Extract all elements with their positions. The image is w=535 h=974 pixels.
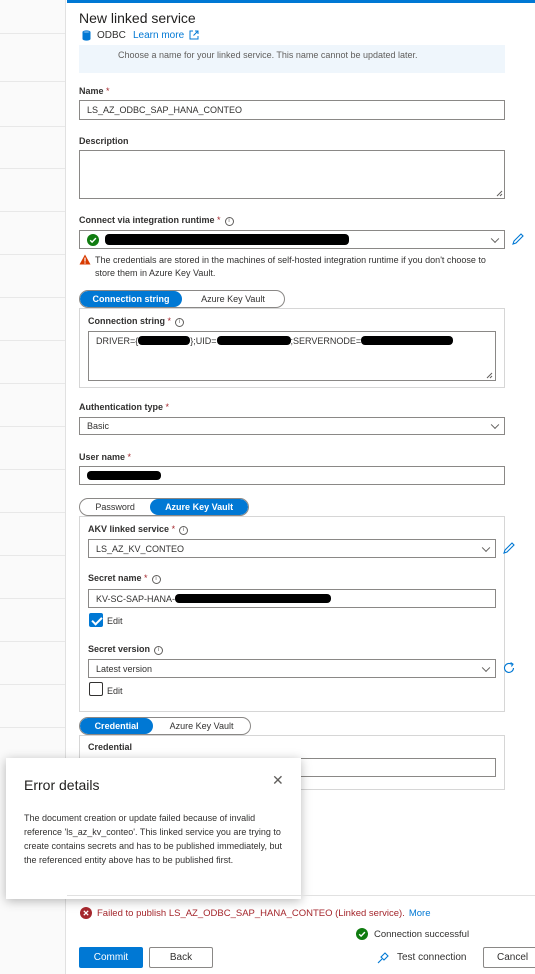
- redacted-servernode: [361, 336, 454, 345]
- resize-grip-icon[interactable]: [486, 372, 493, 379]
- list-divider: [0, 598, 65, 599]
- redacted-driver: [138, 336, 191, 345]
- tab-password[interactable]: Password: [80, 499, 150, 515]
- chevron-down-icon: [490, 420, 500, 430]
- runtime-warning-text: The credentials are stored in the machin…: [95, 255, 486, 278]
- redacted-user-name: [87, 471, 161, 480]
- secret-name-input[interactable]: KV-SC-SAP-HANA-: [88, 589, 496, 608]
- list-divider: [0, 383, 65, 384]
- edit-version-label: Edit: [107, 686, 123, 696]
- info-icon[interactable]: i: [154, 646, 164, 655]
- list-divider: [0, 426, 65, 427]
- test-connection-icon[interactable]: [377, 951, 390, 964]
- akv-linked-service-label: AKV linked service * i: [88, 524, 189, 535]
- tab-azure-key-vault[interactable]: Azure Key Vault: [182, 291, 284, 307]
- accent-top-bar: [67, 0, 535, 3]
- list-divider: [0, 340, 65, 341]
- info-icon[interactable]: i: [179, 526, 189, 535]
- cancel-button[interactable]: Cancel: [483, 947, 535, 968]
- list-divider: [0, 512, 65, 513]
- edit-version-checkbox[interactable]: [89, 682, 103, 696]
- chevron-down-icon: [481, 663, 491, 672]
- auth-type-label: Authentication type *: [79, 402, 170, 412]
- error-icon: [80, 907, 92, 919]
- tab-azure-key-vault-password[interactable]: Azure Key Vault: [150, 499, 248, 515]
- list-divider: [0, 254, 65, 255]
- pencil-icon[interactable]: [502, 541, 516, 555]
- connection-status: Connection successful: [374, 929, 470, 940]
- description-label: Description: [79, 136, 129, 146]
- tab-azure-key-vault-credential[interactable]: Azure Key Vault: [153, 718, 250, 734]
- list-divider: [0, 469, 65, 470]
- credential-label: Credential: [88, 742, 133, 752]
- secret-name-label: Secret name * i: [88, 573, 161, 584]
- redacted-runtime-name: [105, 234, 349, 245]
- edit-secret-label: Edit: [107, 616, 123, 626]
- page-title: New linked service: [79, 10, 196, 26]
- learn-more-link[interactable]: Learn more: [133, 30, 184, 41]
- list-divider: [0, 297, 65, 298]
- info-text: Choose a name for your linked service. T…: [118, 50, 418, 60]
- list-divider: [0, 33, 65, 34]
- database-icon: [82, 30, 91, 41]
- list-divider: [0, 126, 65, 127]
- footer-divider: [67, 895, 535, 896]
- name-label: Name *: [79, 86, 110, 96]
- error-details-body: The document creation or update failed b…: [24, 813, 282, 865]
- edit-secret-checkbox[interactable]: [89, 613, 103, 627]
- user-name-label: User name *: [79, 452, 132, 462]
- pencil-icon[interactable]: [511, 232, 525, 246]
- commit-button[interactable]: Commit: [79, 947, 143, 968]
- back-button[interactable]: Back: [149, 947, 213, 968]
- runtime-select[interactable]: [79, 230, 505, 249]
- secret-version-label: Secret version i: [88, 644, 164, 655]
- tab-connection-string[interactable]: Connection string: [80, 291, 182, 307]
- list-divider: [0, 641, 65, 642]
- error-details-title: Error details: [24, 777, 100, 793]
- auth-type-select[interactable]: Basic: [79, 417, 505, 435]
- chevron-down-icon: [490, 234, 500, 243]
- refresh-icon[interactable]: [502, 661, 516, 675]
- chevron-down-icon: [481, 543, 491, 552]
- check-circle-icon: [356, 928, 368, 940]
- list-divider: [0, 168, 65, 169]
- info-icon[interactable]: i: [151, 575, 161, 584]
- secret-version-select[interactable]: Latest version: [88, 659, 496, 678]
- password-mode-toggle[interactable]: Password Azure Key Vault: [79, 498, 249, 516]
- info-icon[interactable]: i: [224, 217, 234, 226]
- redacted-secret-name: [175, 594, 332, 603]
- service-type-label: ODBC: [97, 30, 126, 41]
- external-link-icon[interactable]: [189, 30, 199, 40]
- runtime-label: Connect via integration runtime * i: [79, 215, 234, 226]
- user-name-input[interactable]: [79, 466, 505, 485]
- connection-mode-toggle[interactable]: Connection string Azure Key Vault: [79, 290, 285, 308]
- test-connection-button[interactable]: Test connection: [397, 952, 467, 963]
- close-icon[interactable]: ✕: [272, 772, 284, 789]
- akv-linked-service-select[interactable]: LS_AZ_KV_CONTEO: [88, 539, 496, 558]
- resize-grip-icon[interactable]: [496, 190, 503, 197]
- list-divider: [0, 727, 65, 728]
- list-divider: [0, 81, 65, 82]
- list-divider: [0, 555, 65, 556]
- name-input[interactable]: LS_AZ_ODBC_SAP_HANA_CONTEO: [79, 100, 505, 120]
- credential-mode-toggle[interactable]: Credential Azure Key Vault: [79, 717, 251, 735]
- redacted-uid: [216, 336, 291, 345]
- check-circle-icon: [87, 233, 99, 246]
- description-input[interactable]: [79, 150, 505, 199]
- connection-string-input[interactable]: DRIVER={};UID= ;SERVERNODE=: [88, 331, 496, 381]
- list-divider: [0, 684, 65, 685]
- list-divider: [0, 211, 65, 212]
- more-link[interactable]: More: [409, 908, 431, 919]
- info-icon[interactable]: i: [175, 318, 185, 327]
- publish-failed-message: Failed to publish LS_AZ_ODBC_SAP_HANA_CO…: [97, 908, 431, 919]
- tab-credential[interactable]: Credential: [80, 718, 154, 734]
- warning-icon: [79, 254, 91, 265]
- connection-string-label: Connection string * i: [88, 316, 185, 327]
